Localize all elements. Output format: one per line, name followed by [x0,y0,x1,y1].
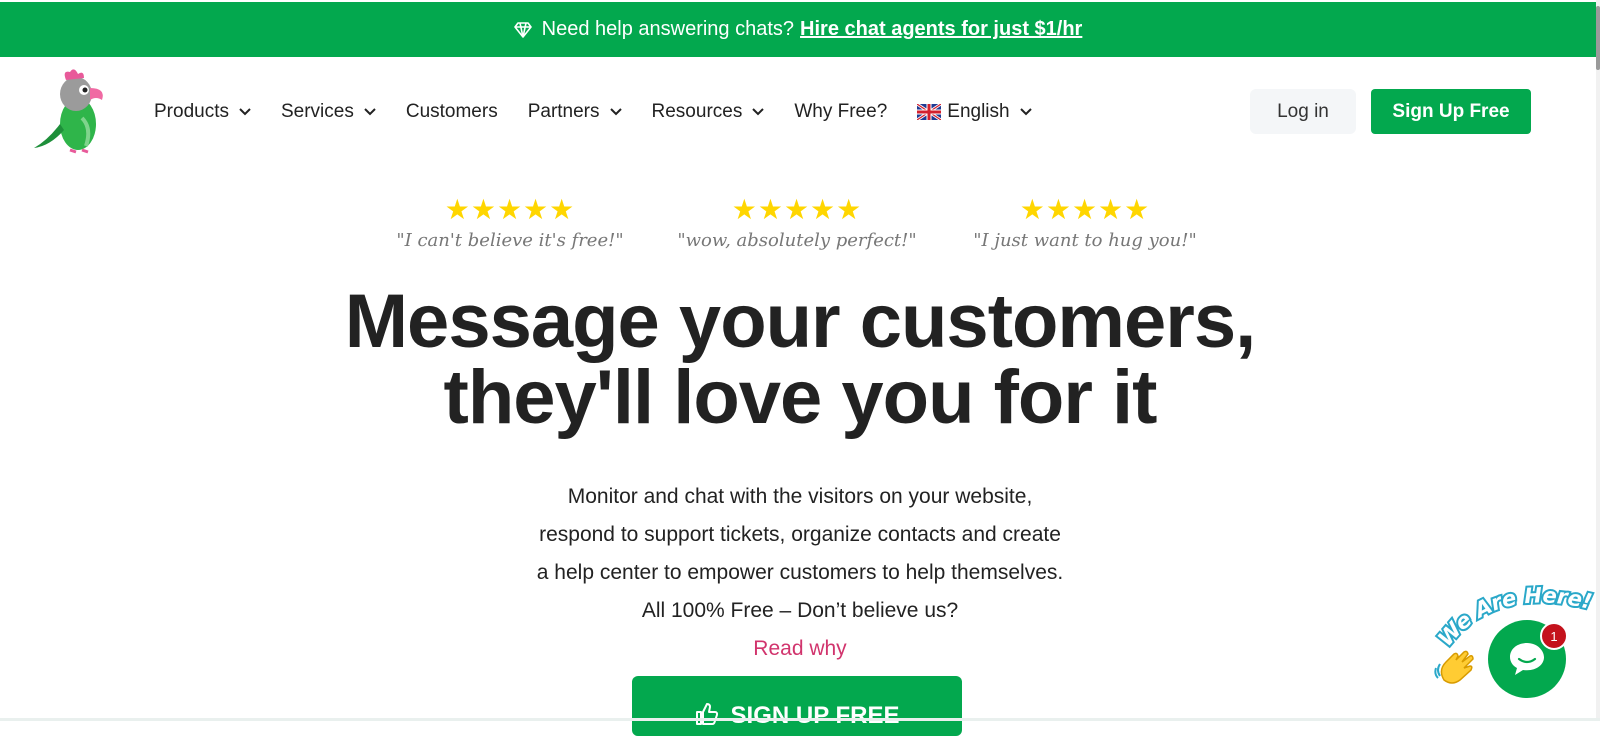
review-item: ★★★★★ "wow, absolutely perfect!" [677,194,917,252]
promo-text: Need help answering chats? [541,18,795,40]
nav-label: Services [280,101,354,122]
promo-banner: Need help answering chats? Hire chat age… [0,2,1596,57]
nav-label: Why Free? [794,101,888,122]
parrot-logo[interactable] [30,68,114,154]
language-label: English [947,101,1010,122]
review-item: ★★★★★ "I can't believe it's free!" [390,194,630,252]
signup-button[interactable]: Sign Up Free [1371,89,1531,134]
cta-label: SIGN UP FREE [730,702,900,729]
read-why-link[interactable]: Read why [0,630,1600,668]
review-item: ★★★★★ "I just want to hug you!" [965,194,1205,252]
signup-free-cta-button[interactable]: SIGN UP FREE [632,676,962,736]
nav-label: Resources [651,101,743,122]
star-rating: ★★★★★ [1019,194,1151,225]
nav-products[interactable]: Products [154,101,251,123]
hero-title-line: they'll love you for it [443,355,1158,440]
review-quote: "I can't believe it's free!" [396,230,624,251]
nav-services[interactable]: Services [281,101,376,123]
hero-desc-line: Monitor and chat with the visitors on yo… [567,485,1033,508]
star-rating: ★★★★★ [731,194,863,225]
scrollbar-thumb[interactable] [1596,6,1600,70]
hero-description: Monitor and chat with the visitors on yo… [0,478,1600,668]
hero-desc-line: a help center to empower customers to he… [536,561,1064,584]
main-nav: Products Services Customers Partners Res… [154,92,1062,132]
chat-widget[interactable]: We Are Here! 1 [1434,580,1600,700]
chevron-down-icon [752,108,765,116]
chevron-down-icon [609,108,622,116]
language-selector[interactable]: English [916,101,1032,123]
promo-link[interactable]: Hire chat agents for just $1/hr [800,18,1082,41]
review-quote: "I just want to hug you!" [973,230,1197,251]
waving-hand-icon [1434,650,1478,694]
nav-customers[interactable]: Customers [406,101,498,123]
diamond-icon [513,21,532,38]
hero-desc-line: respond to support tickets, organize con… [539,523,1061,546]
review-quote: "wow, absolutely perfect!" [677,230,917,251]
chat-icon [1510,643,1544,675]
hero-desc-line-4: All 100% Free – Don’t believe us? Read w… [0,592,1600,668]
nav-why-free[interactable]: Why Free? [794,101,887,123]
notification-badge: 1 [1540,622,1568,650]
nav-label: Products [154,101,229,122]
nav-label: Partners [527,101,600,122]
hero-title-line: Message your customers, [344,279,1257,364]
uk-flag-icon [916,102,943,122]
nav-label: Customers [405,101,498,122]
thumbs-up-icon [695,702,719,726]
hero-title: Message your customers, they'll love you… [0,284,1600,436]
chevron-down-icon [239,108,251,116]
star-rating: ★★★★★ [444,194,576,225]
hero-desc-text: All 100% Free – Don’t believe us? [641,599,959,622]
nav-partners[interactable]: Partners [528,101,622,123]
nav-resources[interactable]: Resources [652,101,765,123]
login-button[interactable]: Log in [1250,89,1356,134]
chevron-down-icon [364,108,376,116]
chevron-down-icon [1019,108,1032,116]
